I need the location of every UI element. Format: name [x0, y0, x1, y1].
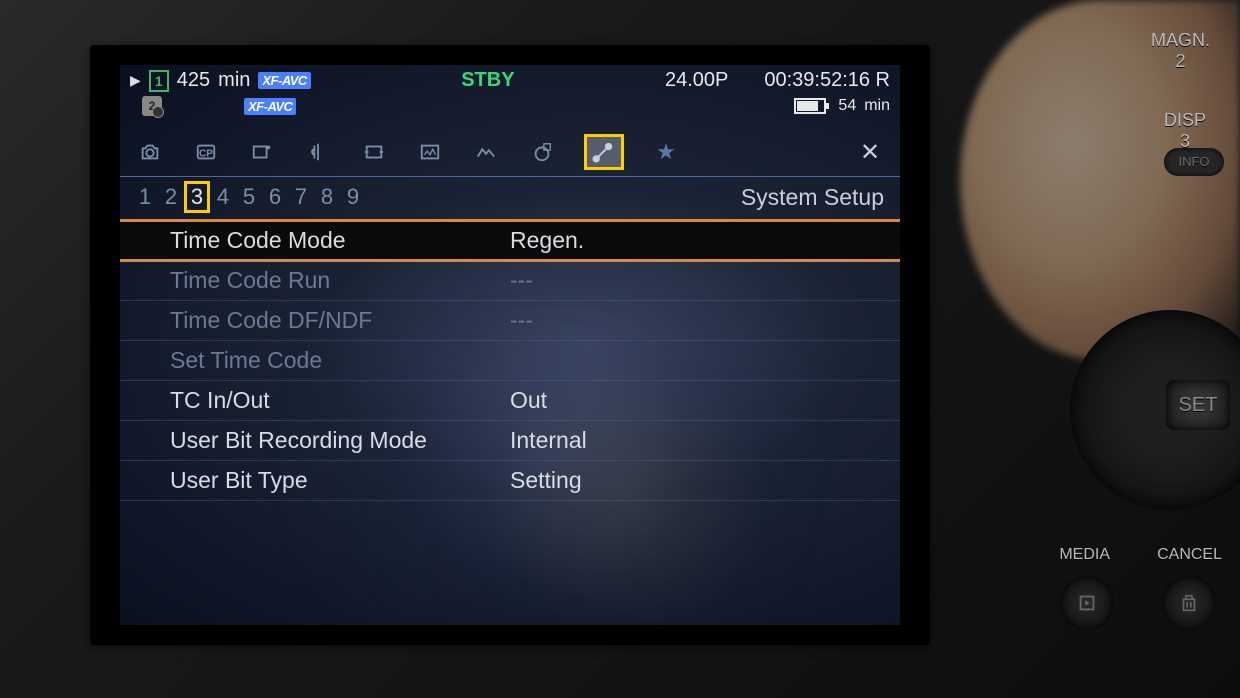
page-number-9[interactable]: 9 [340, 184, 366, 210]
svg-text:CP: CP [199, 149, 213, 160]
remaining-rec-time: 425 [177, 69, 210, 92]
hw-media-button[interactable] [1060, 576, 1114, 630]
menu-item-value: Internal [510, 427, 850, 454]
hw-cancel-label: CANCEL [1157, 546, 1222, 564]
menu-item-value: Out [510, 387, 850, 414]
codec-badge-2: XF-AVC [244, 98, 296, 115]
page-number-2[interactable]: 2 [158, 184, 184, 210]
menu-item-value [510, 347, 850, 374]
hw-set-button[interactable]: SET [1166, 380, 1230, 430]
page-number-bar: 123456789 System Setup [120, 177, 900, 221]
menu-item-value: --- [510, 307, 850, 334]
tab-assistance-icon[interactable] [416, 140, 444, 164]
lcd-screen: ▶ 1 425 min XF-AVC STBY 24.00P 00:39:52:… [120, 65, 900, 625]
menu-item-label: Set Time Code [170, 347, 510, 374]
menu-item-label: Time Code Mode [170, 227, 510, 254]
frame-rate: 24.00P [665, 69, 728, 92]
menu-row-user-bit-recording-mode[interactable]: User Bit Recording ModeInternal [120, 421, 900, 461]
tab-monitoring-icon[interactable] [360, 140, 388, 164]
page-number-6[interactable]: 6 [262, 184, 288, 210]
page-number-5[interactable]: 5 [236, 184, 262, 210]
close-menu-icon[interactable]: ✕ [856, 140, 884, 164]
page-number-4[interactable]: 4 [210, 184, 236, 210]
tab-audio-icon[interactable] [304, 140, 332, 164]
menu-category-title: System Setup [741, 184, 884, 211]
menu-item-value: Regen. [510, 227, 850, 254]
timecode-readout: 00:39:52:16 R [764, 69, 890, 92]
camera-body: ▶ 1 425 min XF-AVC STBY 24.00P 00:39:52:… [0, 0, 1240, 698]
menu-row-time-code-run: Time Code Run--- [120, 261, 900, 301]
tab-network-icon[interactable] [472, 140, 500, 164]
menu-item-label: Time Code DF/NDF [170, 307, 510, 334]
codec-badge-1: XF-AVC [258, 72, 310, 89]
tab-camera-icon[interactable] [136, 140, 164, 164]
menu-item-value: --- [510, 267, 850, 294]
menu-row-user-bit-type[interactable]: User Bit TypeSetting [120, 461, 900, 501]
card-slot-1-icon: 1 [149, 70, 169, 92]
hw-disp-label: DISP 3 [1164, 110, 1206, 152]
menu-category-bar: CP ★ ✕ [120, 122, 900, 177]
menu-row-time-code-df-ndf: Time Code DF/NDF--- [120, 301, 900, 341]
remaining-rec-unit: min [218, 69, 250, 92]
tab-custom-picture-icon[interactable]: CP [192, 140, 220, 164]
menu-row-set-time-code: Set Time Code [120, 341, 900, 381]
play-indicator-icon: ▶ [130, 72, 141, 89]
menu-item-label: User Bit Type [170, 467, 510, 494]
menu-item-label: User Bit Recording Mode [170, 427, 510, 454]
page-number-8[interactable]: 8 [314, 184, 340, 210]
hw-magn-label: MAGN. 2 [1151, 30, 1210, 72]
recording-state: STBY [461, 69, 514, 92]
page-number-1[interactable]: 1 [132, 184, 158, 210]
hw-media-label: MEDIA [1059, 546, 1110, 564]
card-slot-2-icon: 2 [142, 96, 162, 116]
menu-row-tc-in-out[interactable]: TC In/OutOut [120, 381, 900, 421]
lcd-bezel: ▶ 1 425 min XF-AVC STBY 24.00P 00:39:52:… [90, 45, 930, 645]
menu-item-value: Setting [510, 467, 850, 494]
status-bar-second: 2 XF-AVC 54 min [120, 96, 900, 122]
page-number-3[interactable]: 3 [184, 181, 210, 213]
battery-icon [794, 98, 826, 114]
menu-row-time-code-mode[interactable]: Time Code ModeRegen. [120, 221, 900, 261]
tab-system-setup-icon[interactable] [584, 134, 624, 170]
hw-cancel-button[interactable] [1162, 576, 1216, 630]
menu-list: Time Code ModeRegen.Time Code Run---Time… [120, 221, 900, 501]
hw-info-button[interactable]: INFO [1164, 148, 1224, 176]
menu-item-label: Time Code Run [170, 267, 510, 294]
status-bar-top: ▶ 1 425 min XF-AVC STBY 24.00P 00:39:52:… [120, 65, 900, 96]
page-number-7[interactable]: 7 [288, 184, 314, 210]
battery-time: 54 [838, 97, 856, 115]
battery-unit: min [864, 97, 890, 115]
tab-recording-icon[interactable] [248, 140, 276, 164]
menu-item-label: TC In/Out [170, 387, 510, 414]
tab-assignable-icon[interactable] [528, 140, 556, 164]
tab-my-menu-icon[interactable]: ★ [652, 140, 680, 164]
